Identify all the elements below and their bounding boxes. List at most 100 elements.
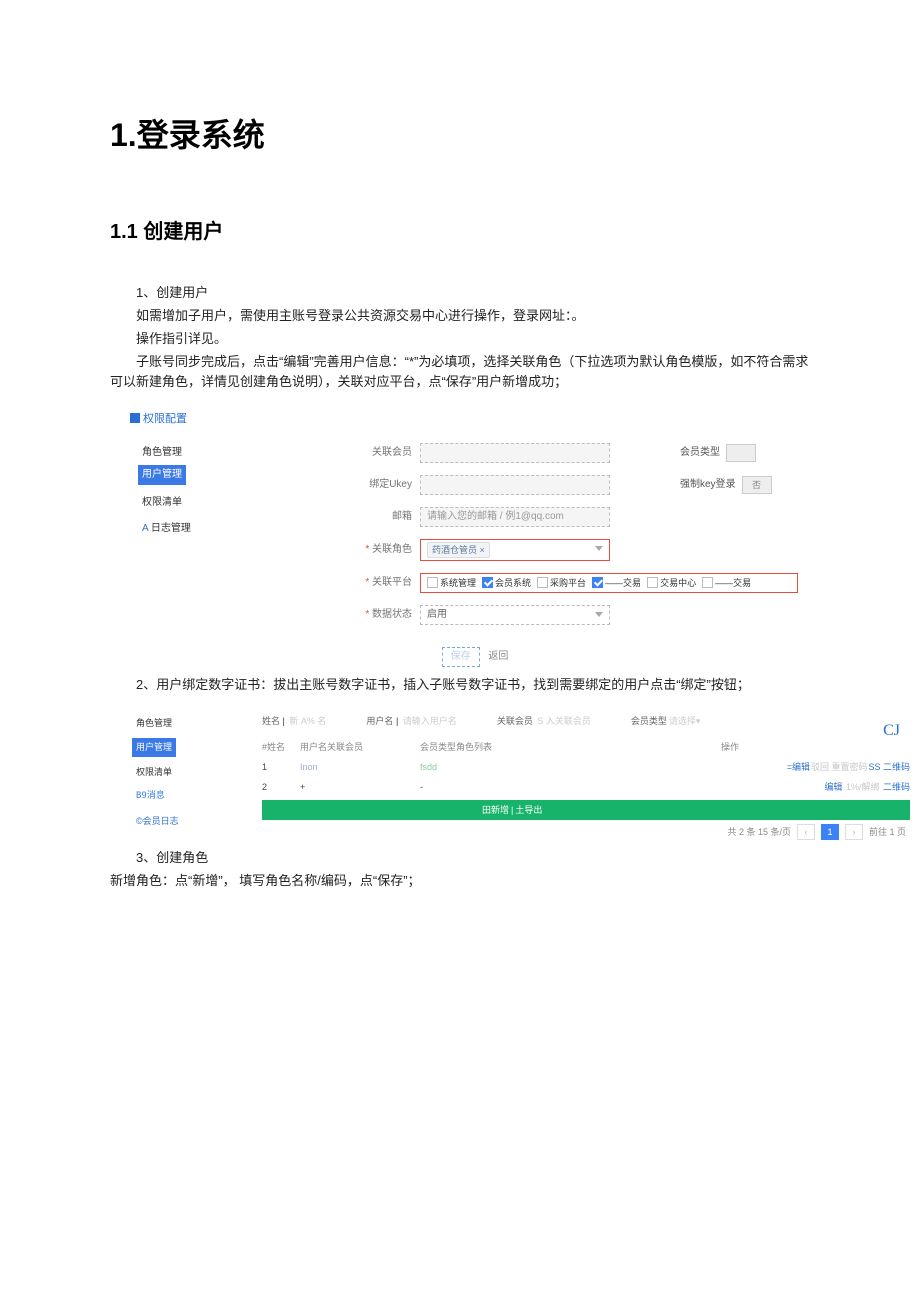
- nav-role-mgmt[interactable]: 角色管理: [132, 714, 202, 732]
- checkbox-item[interactable]: ——交易: [592, 576, 641, 590]
- nav-log-mgmt[interactable]: A 日志管理: [138, 519, 210, 539]
- filter-hint: 新 A% 名: [289, 716, 326, 726]
- checkbox-item[interactable]: 采购平台: [537, 576, 586, 590]
- input-email[interactable]: 请输入您的邮箱 / 例1@qq.com: [420, 507, 610, 527]
- th-index: #姓名: [262, 740, 300, 754]
- filter-label: 用户名: [366, 716, 393, 726]
- nav-msg[interactable]: B9消息: [132, 787, 202, 805]
- table-row: 1 Inon fsdd =编辑驳回 重置密码SS 二维码: [262, 757, 910, 777]
- chevron-down-icon: [595, 546, 603, 551]
- label-text: 关联角色: [372, 544, 412, 555]
- filter-assoc-member[interactable]: 关联会员 S 入关联会员: [497, 714, 591, 728]
- nav-member-log[interactable]: ©会员日志: [132, 812, 202, 830]
- th-type: 会员类型角色列表: [420, 740, 550, 754]
- checkbox-icon: [592, 577, 603, 588]
- nav-user-mgmt[interactable]: 用户管理: [138, 465, 186, 485]
- filter-hint: 请选择▾: [669, 716, 701, 726]
- heading-2: 1.1 创建用户: [110, 216, 810, 248]
- input-assoc-member[interactable]: [420, 443, 610, 463]
- pipe-icon: |: [396, 716, 398, 726]
- checkbox-label: ——交易: [605, 576, 641, 590]
- pipe-icon: |: [283, 716, 285, 726]
- input-member-type[interactable]: [726, 444, 756, 462]
- pager-total: 共 2 条 15 条/页: [727, 825, 791, 839]
- filter-name[interactable]: 姓名 | 新 A% 名: [262, 714, 326, 728]
- cell-type: -: [420, 780, 550, 794]
- nav-log-label: 日志管理: [151, 523, 191, 534]
- input-bind-ukey[interactable]: [420, 475, 610, 495]
- cell-index: 1: [262, 760, 300, 774]
- select-assoc-role[interactable]: 药酒仓管员 ×: [420, 539, 610, 561]
- nav-role-mgmt[interactable]: 角色管理: [138, 443, 210, 463]
- add-button[interactable]: 田新增: [482, 803, 509, 817]
- cell-user: +: [300, 780, 420, 794]
- th-user: 用户名关联会员: [300, 740, 420, 754]
- filter-hint: S 入关联会员: [537, 716, 591, 726]
- role-tag[interactable]: 药酒仓管员 ×: [427, 542, 490, 558]
- divider: |: [511, 803, 513, 817]
- nav-perm-list[interactable]: 权限清单: [138, 493, 210, 513]
- pager-prev[interactable]: ‹: [797, 824, 815, 840]
- checkbox-item[interactable]: 交易中心: [647, 576, 696, 590]
- back-button[interactable]: 返回: [488, 651, 508, 662]
- user-form: 关联会员 会员类型 绑定Ukey 强制key登录 否: [210, 443, 820, 637]
- input-force-key[interactable]: 否: [742, 476, 772, 494]
- op-tail[interactable]: 二维码: [883, 782, 910, 792]
- save-button[interactable]: 保存: [442, 647, 480, 667]
- checkbox-label: 会员系统: [495, 576, 531, 590]
- checkbox-icon: [427, 577, 438, 588]
- checkbox-label: 系统管理: [440, 576, 476, 590]
- export-button[interactable]: 土导出: [515, 803, 542, 817]
- checkbox-item[interactable]: 系统管理: [427, 576, 476, 590]
- paragraph: 子账号同步完成后，点击“编辑”完善用户信息：“*”为必填项，选择关联角色（下拉选…: [110, 352, 810, 394]
- required-mark: [365, 609, 372, 620]
- side-nav: 角色管理 用户管理 权限清单 A 日志管理: [130, 443, 210, 637]
- checkbox-item[interactable]: ——交易: [702, 576, 751, 590]
- paragraph: 3、创建角色: [110, 848, 810, 869]
- paragraph: 1、创建用户: [110, 283, 810, 304]
- select-data-status[interactable]: 启用: [420, 605, 610, 625]
- op-mid[interactable]: 1%/解绑: [846, 782, 880, 792]
- chevron-down-icon: [595, 612, 603, 617]
- required-mark: [365, 544, 372, 555]
- filter-hint: 请输入用户名: [403, 716, 457, 726]
- op-edit[interactable]: 编辑: [824, 782, 842, 792]
- filter-label: 关联会员: [497, 716, 533, 726]
- op-mid[interactable]: 驳回 重置密码: [811, 762, 868, 772]
- screenshot-form: 权限配置 角色管理 用户管理 权限清单 A 日志管理 关联会员 会员类型: [130, 411, 820, 667]
- nav-perm-list[interactable]: 权限清单: [132, 763, 202, 781]
- pager-page-1[interactable]: 1: [821, 824, 839, 840]
- paragraph: 2、用户绑定数字证书：拔出主账号数字证书，插入子账号数字证书，找到需要绑定的用户…: [110, 675, 810, 696]
- cell-ops: 编辑 1%/解绑 二维码: [550, 780, 910, 794]
- filter-username[interactable]: 用户名 | 请输入用户名: [366, 714, 456, 728]
- required-mark: [365, 577, 372, 588]
- pager-goto: 前往 1 页: [869, 825, 906, 839]
- paragraph: 如需增加子用户，需使用主账号登录公共资源交易中心进行操作，登录网址：。: [110, 306, 810, 327]
- pagination: 共 2 条 15 条/页 ‹ 1 › 前往 1 页: [262, 824, 910, 840]
- checkbox-label: ——交易: [715, 576, 751, 590]
- checkbox-icon: [647, 577, 658, 588]
- select-value: 启用: [427, 607, 447, 623]
- nav-user-mgmt[interactable]: 用户管理: [132, 738, 176, 756]
- screenshot-table: CJ 角色管理 用户管理 权限清单 B9消息 ©会员日志 姓名 | 新 A% 名…: [124, 714, 910, 840]
- label-text: 关联平台: [372, 577, 412, 588]
- filter-member-type[interactable]: 会员类型请选择▾: [631, 714, 701, 728]
- checkbox-icon: [702, 577, 713, 588]
- panel-title: 权限配置: [130, 411, 820, 429]
- checkbox-label: 交易中心: [660, 576, 696, 590]
- table-row: 2 + - 编辑 1%/解绑 二维码: [262, 777, 910, 797]
- op-tail[interactable]: SS 二维码: [868, 762, 910, 772]
- label-text: 数据状态: [372, 609, 412, 620]
- label-assoc-member: 关联会员: [360, 445, 420, 461]
- platform-checkbox-row: 系统管理 会员系统 采购平台 ——交易 交易中心 ——交易: [420, 573, 798, 593]
- label-member-type: 会员类型: [680, 445, 720, 461]
- label-email: 邮箱: [360, 509, 420, 525]
- cell-user: Inon: [300, 760, 420, 774]
- heading-1: 1.登录系统: [110, 110, 810, 161]
- op-edit[interactable]: =编辑: [787, 762, 810, 772]
- nav-prefix: A: [142, 523, 148, 534]
- label-assoc-role: 关联角色: [360, 542, 420, 558]
- filter-label: 姓名: [262, 716, 280, 726]
- checkbox-item[interactable]: 会员系统: [482, 576, 531, 590]
- pager-next[interactable]: ›: [845, 824, 863, 840]
